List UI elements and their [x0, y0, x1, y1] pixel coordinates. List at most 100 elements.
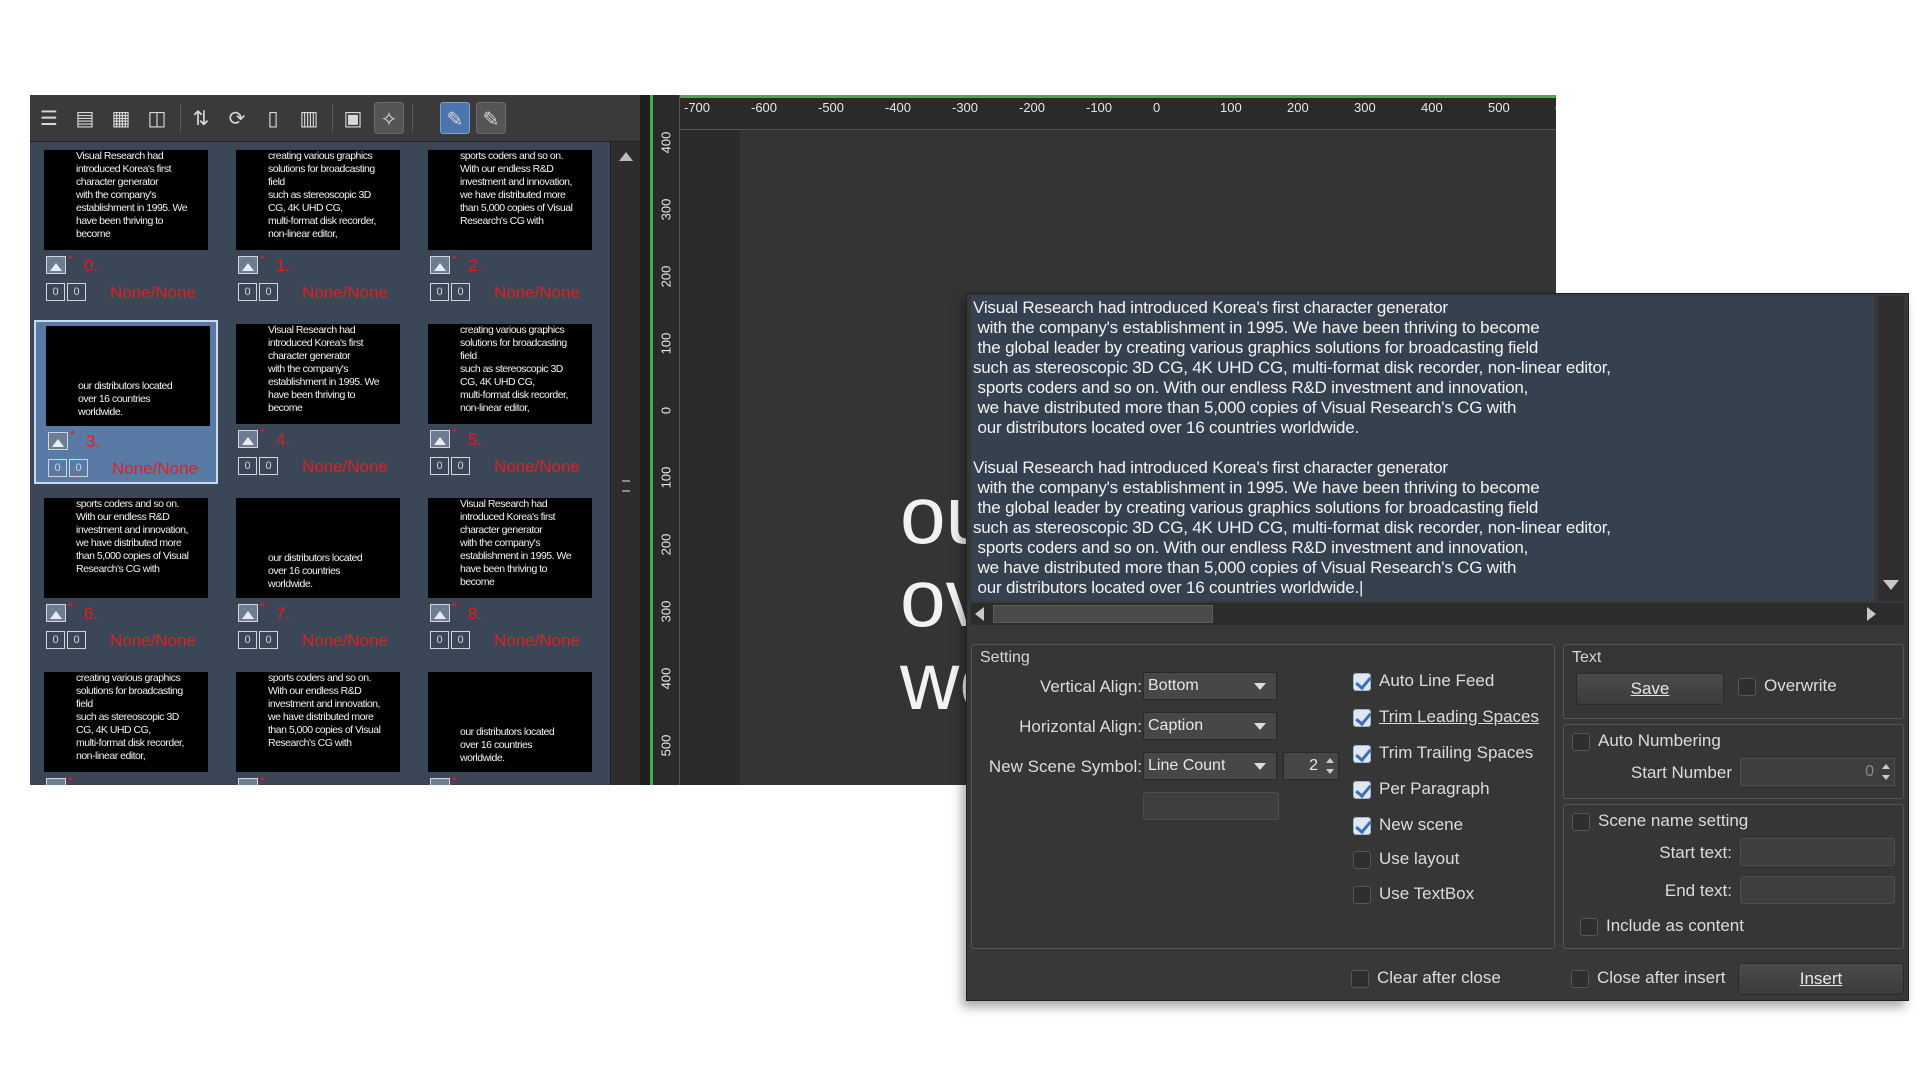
flag-box-icon[interactable]: 0	[430, 457, 449, 475]
image-icon[interactable]	[238, 256, 258, 274]
image-icon[interactable]	[46, 256, 66, 274]
refresh-icon[interactable]: ⟳	[222, 102, 252, 134]
text-editor[interactable]: Visual Research had introduced Korea's f…	[971, 296, 1874, 601]
scene-thumbnail[interactable]: creating various graphics solutions for …	[418, 320, 602, 484]
grid-view-icon[interactable]: ▦	[106, 102, 136, 134]
checkbox-unchecked-icon[interactable]	[1353, 886, 1371, 904]
text-editor-content[interactable]: Visual Research had introduced Korea's f…	[973, 298, 1611, 598]
flag-box-icon[interactable]: 0	[451, 631, 470, 649]
checkbox-checked-icon[interactable]	[1353, 673, 1371, 691]
checkbox-unchecked-icon[interactable]	[1580, 918, 1598, 936]
end-text-input[interactable]	[1740, 876, 1895, 904]
ruler-tick-label: 200	[658, 265, 674, 288]
flag-box-icon[interactable]: 0	[259, 283, 278, 301]
lock-icon[interactable]: ▣	[338, 102, 368, 134]
sort-icon[interactable]: ⇅	[186, 102, 216, 134]
scene-symbol-input[interactable]	[1143, 792, 1279, 820]
scroll-down-icon[interactable]	[1883, 580, 1899, 590]
checkbox-unchecked-icon[interactable]	[1572, 733, 1590, 751]
scene-thumbnail[interactable]: Visual Research had introduced Korea's f…	[418, 494, 602, 658]
flag-box-icon[interactable]: 0	[238, 631, 257, 649]
panel-splitter[interactable]	[640, 95, 650, 785]
image-icon[interactable]	[238, 430, 258, 448]
checkbox-unchecked-icon[interactable]	[1353, 851, 1371, 869]
new-scene-symbol-select[interactable]: Line Count	[1143, 752, 1277, 780]
flag-box-icon[interactable]: 0	[451, 283, 470, 301]
checkbox-unchecked-icon[interactable]	[1738, 678, 1756, 696]
scroll-grip-icon[interactable]	[622, 480, 630, 492]
checkbox-unchecked-icon[interactable]	[1571, 970, 1589, 988]
modified-star-icon: *	[68, 774, 73, 785]
editor-horizontal-scrollbar[interactable]	[971, 603, 1904, 625]
delete-icon[interactable]: ▥	[294, 102, 324, 134]
flag-box-icon[interactable]: 0	[46, 283, 65, 301]
checkbox-checked-icon[interactable]	[1353, 817, 1371, 835]
vertical-align-select[interactable]: Bottom	[1143, 672, 1277, 700]
horizontal-align-select[interactable]: Caption	[1143, 712, 1277, 740]
scene-thumbnail[interactable]: creating various graphics solutions for …	[226, 146, 410, 310]
save-button[interactable]: Save	[1576, 673, 1724, 705]
image-icon[interactable]	[430, 604, 450, 622]
checkbox-checked-icon[interactable]	[1353, 781, 1371, 799]
start-number-stepper[interactable]: 0	[1740, 758, 1895, 786]
scene-thumbnail[interactable]: Visual Research had introduced Korea's f…	[34, 146, 218, 310]
stepper-up-icon[interactable]	[1882, 764, 1890, 769]
scene-thumbnail[interactable]: sports coders and so on. With our endles…	[418, 146, 602, 310]
image-icon[interactable]	[430, 430, 450, 448]
stepper-up-icon[interactable]	[1326, 758, 1334, 763]
scene-thumbnail[interactable]: our distributors located over 16 countri…	[34, 320, 218, 484]
scroll-thumb[interactable]	[993, 605, 1213, 623]
scene-thumbnail[interactable]: Visual Research had introduced Korea's f…	[226, 320, 410, 484]
thumbnail-scrollbar[interactable]	[610, 142, 640, 785]
scene-thumbnail[interactable]: sports coders and so on. With our endles…	[226, 668, 410, 785]
clean-icon[interactable]: ✧	[374, 102, 404, 134]
thumbnail-preview: sports coders and so on. With our endles…	[236, 672, 400, 772]
edit-active-icon[interactable]: ✎	[440, 102, 470, 134]
detail-view-icon[interactable]: ▤	[70, 102, 100, 134]
insert-button[interactable]: Insert	[1738, 963, 1904, 995]
edit-icon[interactable]: ✎	[476, 102, 506, 134]
thumbnail-preview: Visual Research had introduced Korea's f…	[428, 498, 592, 598]
flag-box-icon[interactable]: 0	[46, 631, 65, 649]
new-page-icon[interactable]: ▯	[258, 102, 288, 134]
scene-thumbnail[interactable]: our distributors located over 16 countri…	[418, 668, 602, 785]
image-icon[interactable]	[46, 778, 66, 785]
image-icon[interactable]	[238, 604, 258, 622]
scene-thumbnail[interactable]: sports coders and so on. With our endles…	[34, 494, 218, 658]
checkbox-checked-icon[interactable]	[1353, 709, 1371, 727]
image-icon[interactable]	[238, 778, 258, 785]
scroll-left-icon[interactable]	[975, 607, 984, 621]
list-view-icon[interactable]: ☰	[34, 102, 64, 134]
vertical-align-value: Bottom	[1148, 677, 1199, 694]
checkbox-unchecked-icon[interactable]	[1351, 970, 1369, 988]
start-text-input[interactable]	[1740, 838, 1895, 866]
image-icon[interactable]	[430, 256, 450, 274]
image-icon[interactable]	[46, 604, 66, 622]
image-icon[interactable]	[430, 778, 450, 785]
editor-vertical-scrollbar[interactable]	[1878, 296, 1904, 601]
line-count-stepper[interactable]: 2	[1283, 752, 1339, 780]
stepper-down-icon[interactable]	[1326, 769, 1334, 774]
flag-box-icon[interactable]: 0	[259, 457, 278, 475]
scroll-right-icon[interactable]	[1867, 607, 1876, 621]
thumbnail-preview: our distributors located over 16 countri…	[236, 498, 400, 598]
flag-box-icon[interactable]: 0	[69, 459, 88, 477]
scene-thumbnail[interactable]: creating various graphics solutions for …	[34, 668, 218, 785]
flag-box-icon[interactable]: 0	[67, 631, 86, 649]
flag-box-icon[interactable]: 0	[430, 283, 449, 301]
image-icon[interactable]	[48, 432, 68, 450]
checkbox-checked-icon[interactable]	[1353, 745, 1371, 763]
flag-box-icon[interactable]: 0	[48, 459, 67, 477]
scene-thumbnail[interactable]: our distributors located over 16 countri…	[226, 494, 410, 658]
per-paragraph-label: Per Paragraph	[1379, 779, 1490, 798]
flag-box-icon[interactable]: 0	[451, 457, 470, 475]
flag-box-icon[interactable]: 0	[259, 631, 278, 649]
scroll-up-icon[interactable]	[619, 152, 633, 161]
flag-box-icon[interactable]: 0	[238, 457, 257, 475]
checkbox-unchecked-icon[interactable]	[1572, 813, 1590, 831]
stepper-down-icon[interactable]	[1882, 775, 1890, 780]
flag-box-icon[interactable]: 0	[67, 283, 86, 301]
flag-box-icon[interactable]: 0	[430, 631, 449, 649]
flag-box-icon[interactable]: 0	[238, 283, 257, 301]
split-view-icon[interactable]: ◫	[142, 102, 172, 134]
